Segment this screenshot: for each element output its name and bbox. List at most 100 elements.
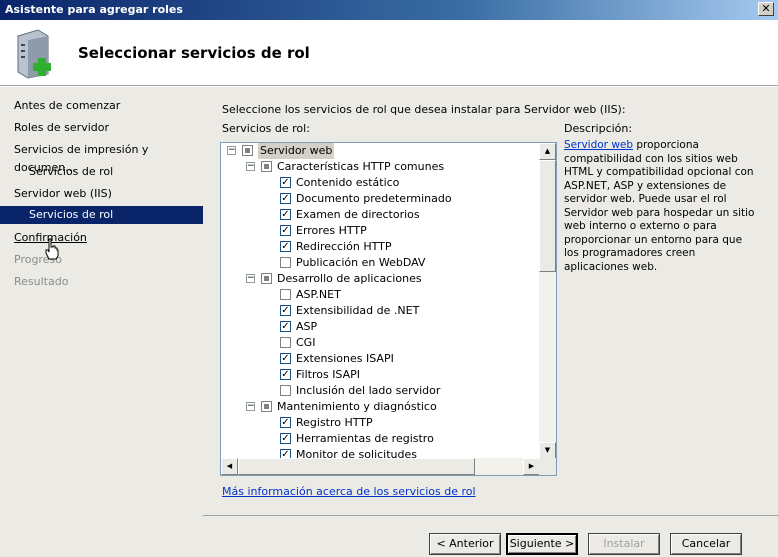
scroll-corner — [539, 458, 556, 475]
checkbox[interactable]: ✓ — [280, 241, 291, 252]
tree-row[interactable]: Publicación en WebDAV — [221, 255, 539, 271]
next-button[interactable]: Siguiente > — [506, 533, 578, 555]
tree-row[interactable]: ✓ Extensibilidad de .NET — [221, 303, 539, 319]
scroll-left-button[interactable]: ◀ — [221, 458, 238, 475]
horizontal-scrollbar[interactable]: ◀ ▶ — [221, 458, 540, 475]
tree-item-label[interactable]: Mantenimiento y diagnóstico — [277, 399, 437, 415]
tree-row[interactable]: ASP.NET — [221, 287, 539, 303]
checkbox[interactable]: ✓ — [280, 209, 291, 220]
nav-step-before-begin[interactable]: Antes de comenzar — [0, 97, 203, 115]
collapse-icon[interactable]: − — [227, 146, 236, 155]
button-separator — [203, 515, 778, 516]
role-services-tree[interactable]: − Servidor web − Características HTTP comun… — [220, 142, 557, 476]
tree-item-label[interactable]: Publicación en WebDAV — [296, 255, 425, 271]
checkbox[interactable] — [280, 257, 291, 268]
wizard-header: Seleccionar servicios de rol — [0, 20, 778, 86]
tree-item-label[interactable]: Documento predeterminado — [296, 191, 452, 207]
collapse-icon[interactable]: − — [246, 274, 255, 283]
tree-item-label[interactable]: Filtros ISAPI — [296, 367, 360, 383]
checkbox[interactable]: ✓ — [280, 369, 291, 380]
tree-row[interactable]: ✓ Registro HTTP — [221, 415, 539, 431]
nav-step-server-roles[interactable]: Roles de servidor — [0, 119, 203, 137]
checkbox[interactable]: ✓ — [280, 305, 291, 316]
main-panel: Seleccione los servicios de rol que dese… — [203, 87, 778, 557]
description-text: Servidor web proporciona compatibilidad … — [564, 139, 759, 274]
checkbox[interactable]: ✓ — [280, 321, 291, 332]
tree-row[interactable]: ✓ Herramientas de registro — [221, 431, 539, 447]
more-info-link[interactable]: Más información acerca de los servicios … — [222, 485, 476, 498]
checkbox[interactable] — [261, 273, 272, 284]
checkbox[interactable]: ✓ — [280, 177, 291, 188]
title-bar: Asistente para agregar roles ✕ — [0, 0, 778, 20]
nav-step-print-role-services[interactable]: Servicios de rol — [0, 163, 203, 181]
description-link[interactable]: Servidor web — [564, 139, 633, 151]
checkbox[interactable] — [280, 289, 291, 300]
checkbox[interactable]: ✓ — [280, 225, 291, 236]
collapse-icon[interactable]: − — [246, 402, 255, 411]
scroll-right-button[interactable]: ▶ — [523, 458, 540, 475]
nav-step-progress: Progreso — [14, 253, 62, 266]
checkbox[interactable]: ✓ — [280, 417, 291, 428]
tree-row[interactable]: Inclusión del lado servidor — [221, 383, 539, 399]
close-button[interactable]: ✕ — [758, 2, 774, 16]
tree-row[interactable]: ✓ Examen de directorios — [221, 207, 539, 223]
page-title: Seleccionar servicios de rol — [78, 44, 310, 62]
nav-step-confirmation[interactable]: Confirmación — [0, 229, 203, 247]
role-services-label: Servicios de rol: — [222, 122, 310, 135]
tree-item-label[interactable]: CGI — [296, 335, 315, 351]
collapse-icon[interactable]: − — [246, 162, 255, 171]
server-add-icon — [17, 29, 51, 79]
checkbox[interactable] — [261, 401, 272, 412]
tree-row[interactable]: ✓ Extensiones ISAPI — [221, 351, 539, 367]
tree-item-label[interactable]: Contenido estático — [296, 175, 399, 191]
tree-item-label[interactable]: Extensiones ISAPI — [296, 351, 394, 367]
nav-step-results: Resultado — [14, 275, 69, 288]
tree-row[interactable]: − Características HTTP comunes — [221, 159, 539, 175]
tree-item-label[interactable]: Examen de directorios — [296, 207, 420, 223]
scroll-up-button[interactable]: ▲ — [539, 143, 556, 160]
tree-item-label[interactable]: Herramientas de registro — [296, 431, 434, 447]
tree-item-label[interactable]: Desarrollo de aplicaciones — [277, 271, 422, 287]
tree-item-label[interactable]: Inclusión del lado servidor — [296, 383, 440, 399]
cancel-button[interactable]: Cancelar — [670, 533, 742, 555]
tree-row[interactable]: − Desarrollo de aplicaciones — [221, 271, 539, 287]
install-button: Instalar — [588, 533, 660, 555]
tree-item-label[interactable]: ASP.NET — [296, 287, 341, 303]
tree-row[interactable]: ✓ Contenido estático — [221, 175, 539, 191]
nav-step-web-role-services[interactable]: Servicios de rol — [0, 206, 203, 224]
close-icon: ✕ — [761, 2, 771, 15]
tree-row[interactable]: − Mantenimiento y diagnóstico — [221, 399, 539, 415]
checkbox[interactable] — [242, 145, 253, 156]
checkbox[interactable] — [280, 385, 291, 396]
checkbox[interactable]: ✓ — [280, 353, 291, 364]
tree-item-label[interactable]: Características HTTP comunes — [277, 159, 444, 175]
nav-step-web-server[interactable]: Servidor web (IIS) — [0, 185, 203, 203]
tree-row[interactable]: ✓ ASP — [221, 319, 539, 335]
tree-row[interactable]: ✓ Filtros ISAPI — [221, 367, 539, 383]
tree-item-label[interactable]: Redirección HTTP — [296, 239, 392, 255]
tree-row[interactable]: ✓ Redirección HTTP — [221, 239, 539, 255]
tree-item-label[interactable]: Extensibilidad de .NET — [296, 303, 419, 319]
tree-row[interactable]: ✓ Documento predeterminado — [221, 191, 539, 207]
nav-step-print-services[interactable]: Servicios de impresión y documen... — [0, 141, 203, 174]
checkbox[interactable]: ✓ — [280, 433, 291, 444]
vertical-scrollbar[interactable]: ▲ ▼ — [539, 143, 556, 459]
vertical-scroll-thumb[interactable] — [539, 160, 556, 272]
tree-row[interactable]: − Servidor web — [221, 143, 539, 159]
tree-item-label[interactable]: Servidor web — [258, 143, 335, 159]
horizontal-scroll-thumb[interactable] — [238, 458, 475, 475]
hand-cursor-icon — [45, 238, 59, 260]
tree-item-label[interactable]: Errores HTTP — [296, 223, 367, 239]
tree-row[interactable]: ✓ Errores HTTP — [221, 223, 539, 239]
tree-item-label[interactable]: ASP — [296, 319, 317, 335]
checkbox[interactable] — [261, 161, 272, 172]
window-title: Asistente para agregar roles — [5, 3, 183, 16]
checkbox[interactable] — [280, 337, 291, 348]
tree-item-label[interactable]: Registro HTTP — [296, 415, 373, 431]
scroll-down-button[interactable]: ▼ — [539, 442, 556, 459]
tree-row[interactable]: CGI — [221, 335, 539, 351]
checkbox[interactable]: ✓ — [280, 193, 291, 204]
back-button[interactable]: < Anterior — [429, 533, 501, 555]
intro-text: Seleccione los servicios de rol que dese… — [222, 103, 626, 116]
description-label: Descripción: — [564, 122, 633, 135]
